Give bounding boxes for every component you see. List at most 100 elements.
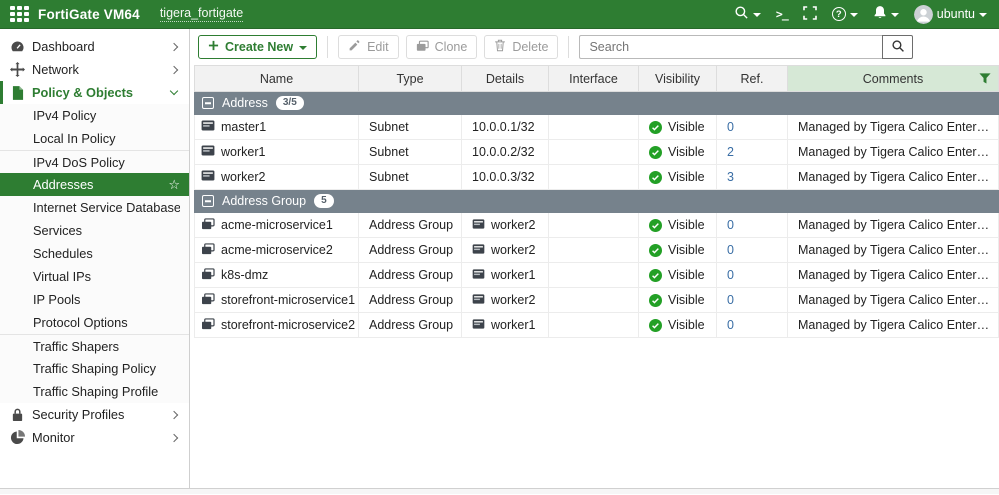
table-row[interactable]: acme-microservice1 Address Group worker2… xyxy=(195,213,999,238)
table-row[interactable]: storefront-microservice1 Address Group w… xyxy=(195,288,999,313)
column-header-interface[interactable]: Interface xyxy=(549,66,639,92)
filter-funnel-icon[interactable] xyxy=(979,73,991,85)
address-group-icon xyxy=(201,243,215,258)
sidebar-item-ipv4-dos-policy[interactable]: IPv4 DoS Policy xyxy=(0,150,189,173)
table-row[interactable]: storefront-microservice2 Address Group w… xyxy=(195,313,999,338)
edit-button[interactable]: Edit xyxy=(338,35,399,59)
sidebar-item-label: Schedules xyxy=(33,246,180,261)
policy-objects-icon xyxy=(9,86,26,100)
column-header-comments[interactable]: Comments xyxy=(788,66,999,92)
sidebar-item-dashboard[interactable]: Dashboard xyxy=(0,35,189,58)
sidebar-item-label: IPv4 Policy xyxy=(33,108,180,123)
fullscreen-button[interactable] xyxy=(803,6,817,23)
column-label: Type xyxy=(396,72,423,86)
search-icon xyxy=(891,39,905,56)
group-header-address[interactable]: Address 3/5 xyxy=(195,92,999,115)
sidebar-item-traffic-shapers[interactable]: Traffic Shapers xyxy=(0,334,189,357)
chevron-down-icon xyxy=(299,46,307,50)
column-header-details[interactable]: Details xyxy=(462,66,549,92)
visible-check-icon xyxy=(649,121,662,134)
visibility-label: Visible xyxy=(668,218,705,232)
column-header-visibility[interactable]: Visibility xyxy=(639,66,717,92)
sidebar-item-schedules[interactable]: Schedules xyxy=(0,242,189,265)
notifications-button[interactable] xyxy=(873,5,899,23)
table-row[interactable]: worker1 Subnet 10.0.0.2/32 Visible 2 Man… xyxy=(195,140,999,165)
product-title: FortiGate VM64 xyxy=(38,7,140,22)
vdom-name[interactable]: tigera_fortigate xyxy=(160,6,243,22)
user-menu-button[interactable]: ubuntu xyxy=(914,5,987,24)
table-row[interactable]: master1 Subnet 10.0.0.1/32 Visible 0 Man… xyxy=(195,115,999,140)
table-row[interactable]: k8s-dmz Address Group worker1 Visible 0 … xyxy=(195,263,999,288)
cli-console-button[interactable]: >_ xyxy=(776,7,788,21)
ref-link[interactable]: 0 xyxy=(727,293,734,307)
sidebar-item-label: Network xyxy=(32,62,171,77)
ref-link[interactable]: 2 xyxy=(727,145,734,159)
subnet-icon xyxy=(472,318,485,332)
sidebar-item-ipv4-policy[interactable]: IPv4 Policy xyxy=(0,104,189,127)
chevron-right-icon xyxy=(170,433,178,441)
type-cell: Address Group xyxy=(359,288,462,313)
fullscreen-icon xyxy=(803,6,817,23)
sidebar-item-addresses[interactable]: Addresses ☆ xyxy=(0,173,189,196)
sidebar-item-traffic-shaping-policy[interactable]: Traffic Shaping Policy xyxy=(0,357,189,380)
help-menu-button[interactable]: ? xyxy=(832,7,858,21)
clone-button[interactable]: Clone xyxy=(406,35,478,59)
global-search-button[interactable] xyxy=(734,5,761,23)
address-name: worker1 xyxy=(221,145,265,159)
sidebar-item-virtual-ips[interactable]: Virtual IPs xyxy=(0,265,189,288)
interface-cell xyxy=(549,165,639,190)
address-group-icon xyxy=(201,293,215,308)
column-header-ref[interactable]: Ref. xyxy=(717,66,788,92)
ref-link[interactable]: 0 xyxy=(727,120,734,134)
ref-link[interactable]: 0 xyxy=(727,268,734,282)
lock-icon xyxy=(9,407,26,422)
sidebar-item-local-in-policy[interactable]: Local In Policy xyxy=(0,127,189,150)
sidebar: Dashboard Network Policy & Objects IPv4 … xyxy=(0,29,190,488)
sidebar-item-protocol-options[interactable]: Protocol Options xyxy=(0,311,189,334)
delete-label: Delete xyxy=(512,40,548,54)
group-count-badge: 5 xyxy=(314,194,334,208)
ref-link[interactable]: 0 xyxy=(727,318,734,332)
ref-link[interactable]: 0 xyxy=(727,218,734,232)
sidebar-item-services[interactable]: Services xyxy=(0,219,189,242)
column-label: Comments xyxy=(863,72,923,86)
sidebar-item-label: Addresses xyxy=(33,177,168,192)
create-new-button[interactable]: Create New xyxy=(198,35,317,59)
delete-button[interactable]: Delete xyxy=(484,35,558,59)
table-row[interactable]: worker2 Subnet 10.0.0.3/32 Visible 3 Man… xyxy=(195,165,999,190)
search-submit-button[interactable] xyxy=(882,35,913,59)
interface-cell xyxy=(549,288,639,313)
fortinet-logo-icon xyxy=(10,6,29,22)
subnet-icon xyxy=(472,268,485,282)
group-header-address-group[interactable]: Address Group 5 xyxy=(195,190,999,213)
details-member: worker1 xyxy=(491,318,535,332)
sidebar-item-traffic-shaping-profile[interactable]: Traffic Shaping Profile xyxy=(0,380,189,403)
table-header-row: Name Type Details Interface Visibility R… xyxy=(195,66,999,92)
bottom-scrollbar-track[interactable] xyxy=(0,488,999,494)
details-member: worker2 xyxy=(491,243,535,257)
column-header-type[interactable]: Type xyxy=(359,66,462,92)
type-cell: Address Group xyxy=(359,313,462,338)
chevron-down-icon xyxy=(979,13,987,17)
ref-link[interactable]: 3 xyxy=(727,170,734,184)
sidebar-item-ip-pools[interactable]: IP Pools xyxy=(0,288,189,311)
monitor-icon xyxy=(9,430,26,445)
table-row[interactable]: acme-microservice2 Address Group worker2… xyxy=(195,238,999,263)
sidebar-item-monitor[interactable]: Monitor xyxy=(0,426,189,449)
comments-cell: Managed by Tigera Calico Enterprise xyxy=(788,140,999,165)
sidebar-item-label: Dashboard xyxy=(32,39,171,54)
type-cell: Subnet xyxy=(359,115,462,140)
favorite-star-icon[interactable]: ☆ xyxy=(168,177,180,193)
column-header-name[interactable]: Name xyxy=(195,66,359,92)
sidebar-item-policy-objects[interactable]: Policy & Objects xyxy=(0,81,189,104)
sidebar-item-internet-service-database[interactable]: Internet Service Database xyxy=(0,196,189,219)
sidebar-item-network[interactable]: Network xyxy=(0,58,189,81)
sidebar-item-security-profiles[interactable]: Security Profiles xyxy=(0,403,189,426)
collapse-icon[interactable] xyxy=(202,97,214,109)
interface-cell xyxy=(549,263,639,288)
avatar xyxy=(914,5,933,24)
ref-link[interactable]: 0 xyxy=(727,243,734,257)
address-group-icon xyxy=(201,268,215,283)
search-input[interactable] xyxy=(579,35,882,59)
collapse-icon[interactable] xyxy=(202,195,214,207)
